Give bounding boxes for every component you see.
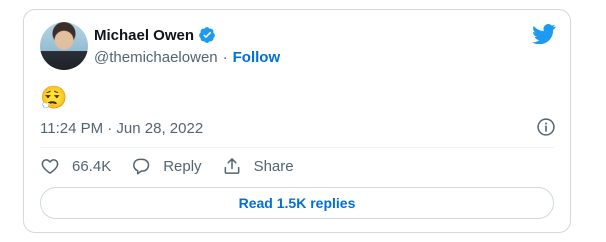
share-label: Share <box>253 157 294 175</box>
twitter-bird-icon[interactable] <box>532 24 556 44</box>
like-button[interactable]: 66.4K <box>40 156 111 176</box>
follow-button[interactable]: Follow <box>233 49 281 66</box>
author-handle-row: @themichaelowen · Follow <box>94 49 280 66</box>
tweet-timestamp[interactable]: 11:24 PM · Jun 28, 2022 <box>40 120 203 137</box>
verified-badge-icon <box>199 27 215 43</box>
author-handle[interactable]: @themichaelowen <box>94 49 218 66</box>
reply-button[interactable]: Reply <box>131 156 202 176</box>
separator-dot: · <box>222 49 228 66</box>
like-count: 66.4K <box>72 157 112 175</box>
reply-icon <box>133 158 150 175</box>
read-replies-button[interactable]: Read 1.5K replies <box>40 187 554 219</box>
share-button[interactable]: Share <box>222 156 294 176</box>
author-name-row: Michael Owen <box>94 26 216 44</box>
reply-label: Reply <box>163 157 202 175</box>
tweet-text: 😮‍💨 <box>40 85 68 110</box>
avatar[interactable] <box>40 22 88 70</box>
tweet-card: Michael Owen @themichaelowen · Follow 😮‍… <box>23 9 571 233</box>
author-name[interactable]: Michael Owen <box>94 27 194 44</box>
tweet-actions: 66.4K Reply Share <box>40 156 314 176</box>
info-icon[interactable] <box>536 117 556 137</box>
divider <box>40 147 554 148</box>
heart-icon <box>41 159 59 174</box>
share-icon <box>224 158 239 174</box>
